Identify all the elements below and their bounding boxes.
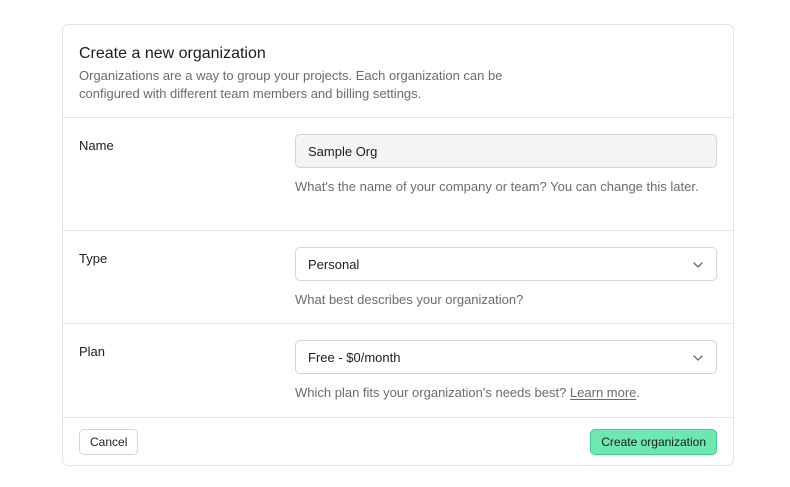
create-organization-button[interactable]: Create organization	[590, 429, 717, 455]
type-help-text: What best describes your organization?	[295, 292, 524, 307]
card-header: Create a new organization Organizations …	[63, 25, 733, 118]
learn-more-link[interactable]: Learn more	[570, 385, 636, 400]
plan-select-value: Free - $0/month	[308, 349, 401, 365]
chevron-down-icon	[692, 259, 704, 271]
name-label: Name	[79, 138, 114, 153]
name-input[interactable]	[295, 134, 717, 168]
type-select[interactable]: Personal	[295, 247, 717, 281]
type-select-value: Personal	[308, 256, 360, 272]
plan-help-suffix: .	[636, 385, 641, 400]
type-control-area: Personal What best describes your organi…	[295, 247, 717, 309]
type-field-row: Type Personal What best describes your o…	[63, 231, 733, 324]
name-control-area: What's the name of your company or team?…	[295, 134, 717, 196]
name-field-row: Name What's the name of your company or …	[63, 118, 733, 231]
plan-help-prefix: Which plan fits your organization's need…	[295, 385, 570, 400]
plan-field-row: Plan Free - $0/month Which plan fits you…	[63, 324, 733, 418]
page-title: Create a new organization	[79, 45, 266, 62]
create-organization-card: Create a new organization Organizations …	[62, 24, 734, 466]
page-subtitle: Organizations are a way to group your pr…	[79, 68, 503, 101]
plan-select[interactable]: Free - $0/month	[295, 340, 717, 374]
plan-help-text: Which plan fits your organization's need…	[295, 384, 717, 402]
chevron-down-icon	[692, 352, 704, 364]
plan-label: Plan	[79, 344, 106, 359]
plan-control-area: Free - $0/month Which plan fits your org…	[295, 340, 717, 402]
cancel-button[interactable]: Cancel	[79, 429, 139, 455]
name-help-text: What's the name of your company or team?…	[295, 179, 699, 194]
card-footer: Cancel Create organization	[63, 418, 733, 466]
type-label: Type	[79, 251, 108, 266]
